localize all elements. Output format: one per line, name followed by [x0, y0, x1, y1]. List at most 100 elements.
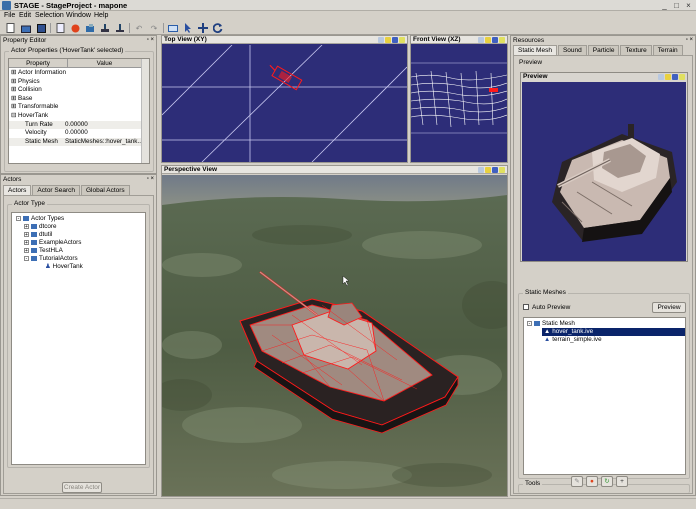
property-row[interactable]: ⊞ Physics — [9, 78, 141, 87]
wireframe-icon[interactable] — [492, 37, 498, 43]
panel-close-icon[interactable]: ▫ × — [147, 36, 154, 45]
expand-icon[interactable]: ⊞ — [11, 86, 16, 95]
top-view-canvas[interactable] — [162, 45, 407, 162]
property-value[interactable]: StaticMeshes::hover_tank... — [65, 138, 141, 147]
property-row[interactable]: ⊞ Actor Information — [9, 69, 141, 78]
expand-icon[interactable]: ⊞ — [11, 95, 16, 104]
render-mode-icon[interactable] — [665, 74, 671, 80]
wireframe-icon[interactable] — [392, 37, 398, 43]
delete-mesh-icon[interactable]: ● — [586, 476, 598, 487]
wireframe-icon[interactable] — [492, 167, 498, 173]
textured-icon[interactable] — [399, 37, 405, 43]
create-actor-button[interactable]: Create Actor — [62, 482, 102, 493]
camera-mode-icon[interactable] — [378, 37, 384, 43]
expand-icon[interactable]: + — [24, 231, 29, 237]
tab-actor-search[interactable]: Actor Search — [32, 185, 80, 195]
tree-root[interactable]: - Static Mesh — [527, 320, 575, 328]
ground-clamp-icon[interactable] — [99, 22, 111, 34]
new-file-icon[interactable] — [4, 22, 16, 34]
panel-close-icon[interactable]: ▫ × — [147, 175, 154, 184]
tree-item[interactable]: + ExampleActors — [24, 239, 81, 247]
property-value[interactable]: 0.00000 — [65, 129, 88, 138]
menu-window[interactable]: Window — [66, 12, 91, 19]
perspective-canvas[interactable] — [162, 175, 507, 496]
tree-item-selected[interactable]: ▲ hover_tank.ive — [542, 328, 685, 336]
camera-mode-icon[interactable] — [478, 167, 484, 173]
tab-sound[interactable]: Sound — [557, 45, 587, 55]
front-view-canvas[interactable] — [411, 45, 507, 162]
render-mode-icon[interactable] — [385, 37, 391, 43]
property-value[interactable]: 0.00000 — [65, 121, 88, 130]
expand-icon[interactable]: + — [24, 239, 29, 245]
panel-close-icon[interactable]: ▫ × — [686, 36, 693, 45]
textured-icon[interactable] — [499, 167, 505, 173]
tree-item[interactable]: + dtcore — [24, 223, 57, 231]
expand-icon[interactable]: ⊞ — [11, 103, 16, 112]
tab-terrain[interactable]: Terrain — [652, 45, 683, 55]
top-view-viewport[interactable]: Top View (XY) — [161, 35, 408, 163]
tab-global-actors[interactable]: Global Actors — [81, 185, 130, 195]
undo-icon[interactable]: ↶ — [133, 22, 145, 34]
translate-icon[interactable] — [197, 22, 209, 34]
tree-item[interactable]: + TestHLA — [24, 247, 63, 255]
menu-selection[interactable]: Selection — [35, 12, 64, 19]
property-column-header[interactable]: Property — [9, 59, 68, 67]
front-view-viewport[interactable]: Front View (XZ) — [410, 35, 508, 163]
textured-icon[interactable] — [499, 37, 505, 43]
value-column-header[interactable]: Value — [68, 59, 141, 67]
camera-icon[interactable] — [167, 22, 179, 34]
new-actor-icon[interactable] — [54, 22, 66, 34]
property-row[interactable]: ⊞ Base — [9, 95, 141, 104]
expand-icon[interactable]: ⊞ — [11, 69, 16, 78]
tree-leaf[interactable]: ♟ HoverTank — [45, 263, 83, 271]
collapse-icon[interactable]: - — [527, 320, 532, 326]
minimize-icon[interactable]: _ — [659, 1, 670, 10]
property-row[interactable]: ⊞ Collision — [9, 86, 141, 95]
expand-icon[interactable]: + — [24, 247, 29, 253]
add-mesh-icon[interactable]: + — [616, 476, 628, 487]
property-row[interactable]: ⊟ HoverTank — [9, 112, 141, 121]
property-row[interactable]: ⊞ Transformable — [9, 103, 141, 112]
camera-mode-icon[interactable] — [478, 37, 484, 43]
preview-button[interactable]: Preview — [652, 302, 686, 313]
select-pointer-icon[interactable] — [182, 22, 194, 34]
menu-edit[interactable]: Edit — [19, 12, 31, 19]
rotate-icon[interactable] — [212, 22, 224, 34]
edit-mesh-icon[interactable]: ✎ — [571, 476, 583, 487]
static-mesh-tree[interactable]: - Static Mesh ▲ hover_tank.ive ▲ terrain_si… — [523, 317, 686, 475]
preview-canvas[interactable] — [522, 82, 686, 261]
actor-type-tree[interactable]: - Actor Types + dtcore + dtutil + ExampleAct… — [11, 212, 146, 465]
tab-texture[interactable]: Texture — [620, 45, 652, 55]
collapse-icon[interactable]: - — [24, 255, 29, 261]
collapse-icon[interactable]: - — [16, 215, 21, 221]
expand-icon[interactable]: ⊞ — [11, 78, 16, 87]
render-mode-icon[interactable] — [485, 37, 491, 43]
property-row[interactable]: Static Mesh StaticMeshes::hover_tank... — [9, 137, 141, 147]
camera-mode-icon[interactable] — [658, 74, 664, 80]
checkbox-icon[interactable] — [523, 304, 529, 311]
tree-item[interactable]: + dtutil — [24, 231, 52, 239]
tree-item[interactable]: ▲ terrain_simple.ive — [542, 336, 602, 344]
menu-help[interactable]: Help — [94, 12, 108, 19]
property-row[interactable]: Velocity 0.00000 — [9, 129, 141, 138]
expand-icon[interactable]: + — [24, 223, 29, 229]
tree-root[interactable]: - Actor Types — [16, 215, 64, 223]
refresh-icon[interactable]: ↻ — [601, 476, 613, 487]
textured-icon[interactable] — [679, 74, 685, 80]
goto-actor-icon[interactable] — [114, 22, 126, 34]
auto-preview-checkbox[interactable]: Auto Preview — [523, 304, 570, 311]
delete-actor-icon[interactable] — [69, 22, 81, 34]
render-mode-icon[interactable] — [485, 167, 491, 173]
tree-item[interactable]: - TutorialActors — [24, 255, 78, 263]
property-row[interactable]: Turn Rate 0.00000 — [9, 120, 141, 130]
maximize-icon[interactable]: □ — [671, 1, 682, 10]
property-scrollbar[interactable] — [141, 59, 149, 163]
duplicate-actor-icon[interactable] — [84, 22, 96, 34]
collapse-icon[interactable]: ⊟ — [11, 112, 16, 121]
tab-particle[interactable]: Particle — [587, 45, 620, 55]
property-table[interactable]: Property Value ⊞ Actor Information ⊞ Physi… — [8, 58, 150, 164]
save-icon[interactable] — [35, 22, 47, 34]
wireframe-icon[interactable] — [672, 74, 678, 80]
open-icon[interactable] — [20, 22, 32, 34]
menu-file[interactable]: File — [4, 12, 15, 19]
